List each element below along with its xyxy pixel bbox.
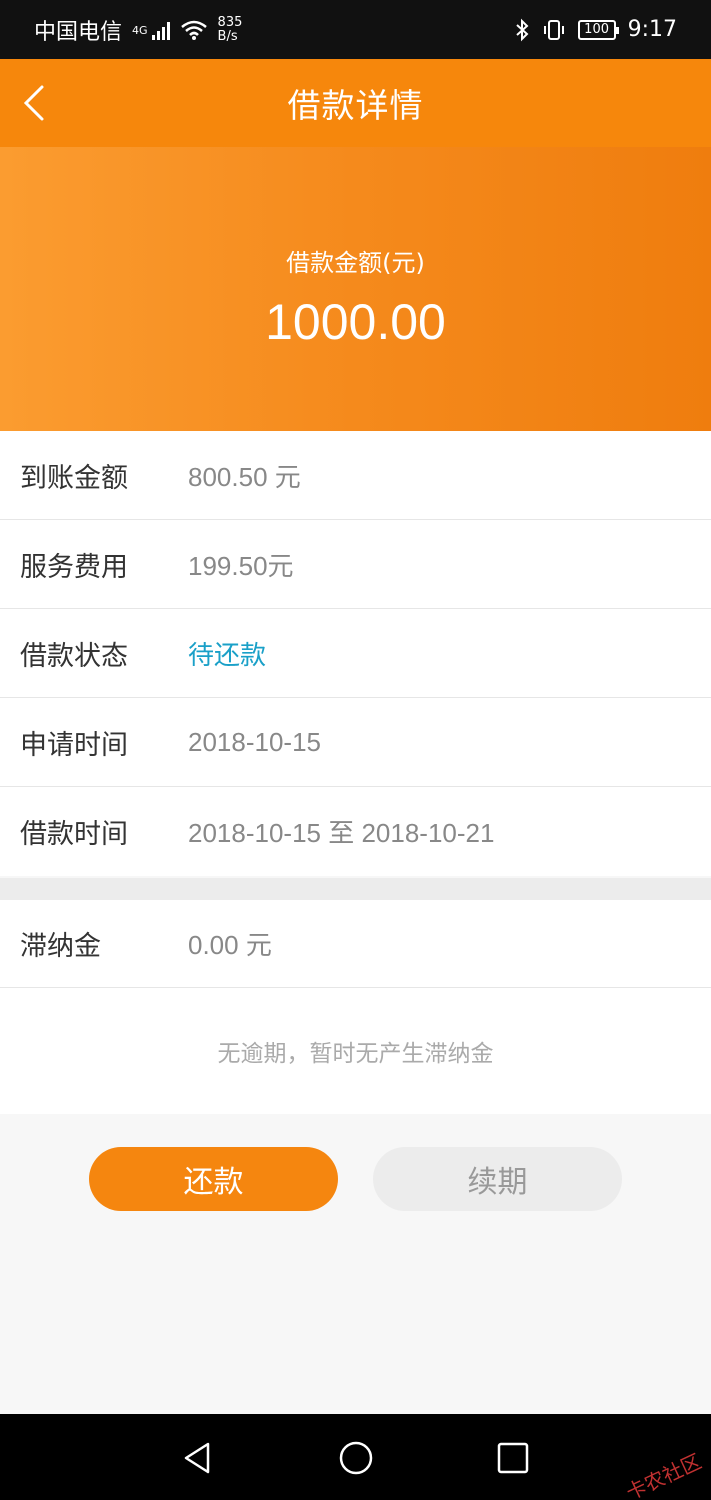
status-right: 100 9:17 — [514, 17, 677, 42]
net-speed: 835 B/s — [217, 14, 243, 44]
status-bar: 中国电信 4G 835 B/s 100 9:17 — [0, 0, 711, 59]
detail-label: 借款状态 — [20, 640, 128, 672]
repay-button[interactable]: 还款 — [89, 1147, 338, 1211]
nav-bar: 借款详情 — [0, 59, 711, 147]
signal-icon — [151, 20, 170, 40]
wifi-icon — [180, 20, 207, 40]
battery-level: 100 — [584, 21, 609, 37]
detail-row-service-fee: 服务费用 199.50元 — [0, 520, 711, 609]
back-button[interactable] — [22, 73, 82, 133]
detail-row-apply-date: 申请时间 2018-10-15 — [0, 698, 711, 787]
detail-row-late-fee: 滞纳金 0.00 元 — [0, 900, 711, 988]
detail-value: 800.50 元 — [188, 461, 301, 492]
nav-back-icon[interactable] — [176, 1436, 220, 1480]
loan-amount-banner: 借款金额(元) 1000.00 — [0, 147, 711, 431]
late-fee-label: 滞纳金 — [20, 931, 101, 962]
detail-label: 借款时间 — [20, 819, 128, 850]
nav-home-icon[interactable] — [334, 1436, 378, 1480]
late-fee-note: 无逾期，暂时无产生滞纳金 — [217, 1041, 494, 1067]
detail-row-received-amount: 到账金额 800.50 元 — [0, 431, 711, 520]
net-speed-unit: B/s — [217, 28, 238, 44]
detail-label: 服务费用 — [20, 551, 128, 583]
page-title: 借款详情 — [287, 86, 424, 125]
loan-amount-label: 借款金额(元) — [286, 249, 425, 277]
chevron-left-icon — [23, 85, 44, 121]
network-type: 4G — [132, 23, 148, 37]
detail-value: 2018-10-15 至 2018-10-21 — [188, 818, 495, 848]
loan-amount-value: 1000.00 — [265, 294, 446, 350]
status-badge: 待还款 — [188, 640, 267, 671]
bluetooth-icon — [515, 18, 529, 41]
detail-row-loan-period: 借款时间 2018-10-15 至 2018-10-21 — [0, 787, 711, 876]
status-left: 中国电信 4G 835 B/s — [34, 14, 242, 46]
detail-row-loan-status: 借款状态 待还款 — [0, 609, 711, 698]
net-speed-value: 835 — [217, 14, 243, 30]
vibrate-icon — [543, 19, 564, 40]
late-fee-section: 滞纳金 0.00 元 无逾期，暂时无产生滞纳金 — [0, 900, 711, 1114]
carrier-name: 中国电信 — [34, 19, 123, 45]
watermark: 卡农社区 — [622, 1449, 705, 1500]
detail-label: 申请时间 — [20, 729, 128, 761]
battery-icon: 100 — [577, 19, 619, 40]
section-divider — [0, 878, 711, 900]
detail-value: 199.50元 — [188, 550, 294, 581]
detail-label: 到账金额 — [20, 462, 128, 494]
system-nav-bar: 卡农社区 — [0, 1414, 711, 1500]
clock: 9:17 — [627, 17, 677, 42]
loan-details-list: 到账金额 800.50 元 服务费用 199.50元 借款状态 待还款 申请时间… — [0, 431, 711, 876]
extend-button[interactable]: 续期 — [373, 1147, 622, 1211]
nav-recent-apps-icon[interactable] — [491, 1436, 535, 1480]
detail-value: 2018-10-15 — [188, 726, 321, 757]
late-fee-value: 0.00 元 — [188, 930, 272, 960]
